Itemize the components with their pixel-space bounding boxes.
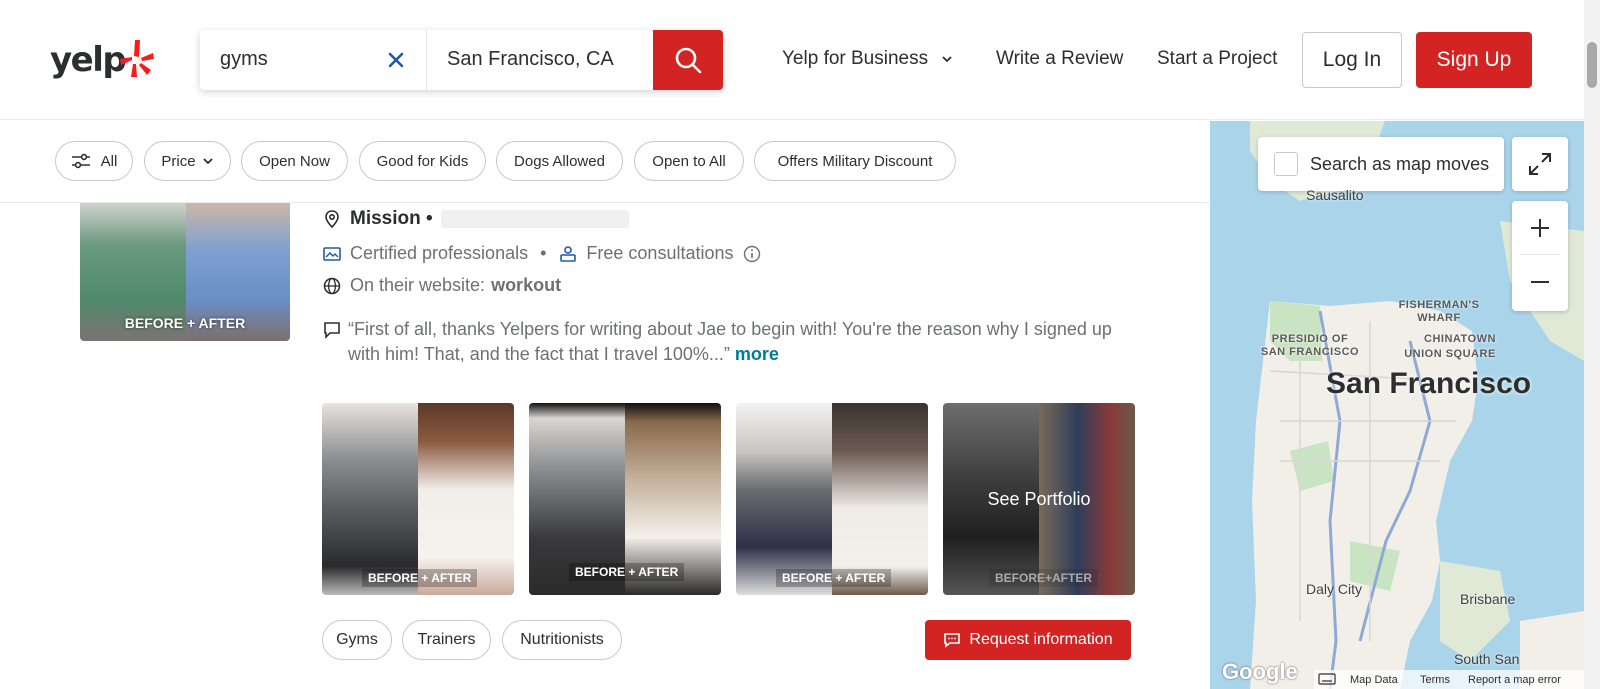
yelp-for-business-menu[interactable]: Yelp for Business — [782, 48, 953, 70]
page-scrollbar[interactable] — [1584, 0, 1600, 689]
filter-open-now-button[interactable]: Open Now — [241, 141, 348, 181]
map-label-daly-city: Daly City — [1306, 581, 1363, 597]
photo-label: BEFORE + AFTER — [362, 569, 478, 587]
write-review-link[interactable]: Write a Review — [996, 48, 1123, 70]
photo-label: BEFORE + AFTER — [569, 563, 685, 581]
certificate-icon — [323, 246, 341, 261]
search-icon — [675, 47, 702, 74]
thumbnail-label: BEFORE + AFTER — [124, 315, 246, 331]
filter-bar: All Price Open Now Good for Kids Dogs Al… — [0, 121, 1210, 203]
minus-icon — [1531, 281, 1549, 283]
consultation-label: Free consultations — [586, 243, 734, 263]
header: yelp gyms San Francisco, CA Yelp for Bus… — [0, 0, 1584, 120]
filter-price-button[interactable]: Price — [144, 141, 231, 181]
start-project-link[interactable]: Start a Project — [1157, 48, 1277, 70]
map-label-union-square: UNION SQUARE — [1404, 348, 1496, 360]
filter-price-label: Price — [161, 152, 196, 170]
results-map[interactable]: Search as map moves Sausalito FISHERMAN'… — [1210, 121, 1584, 689]
map-label-chinatown: CHINATOWN — [1424, 333, 1496, 345]
clear-search-icon[interactable] — [388, 52, 404, 68]
filter-open-to-all-button[interactable]: Open to All — [634, 141, 744, 181]
sliders-icon — [71, 153, 90, 169]
plus-icon — [1531, 218, 1549, 237]
yelp-logo[interactable]: yelp — [50, 38, 154, 82]
map-label-san-francisco: San Francisco — [1326, 367, 1532, 400]
message-icon — [944, 633, 961, 648]
website-keyword: workout — [491, 275, 562, 295]
near-input-value: San Francisco, CA — [447, 48, 614, 70]
map-label-fishermans-wharf: FISHERMAN'S WHARF — [1398, 299, 1480, 324]
filter-good-for-kids-button[interactable]: Good for Kids — [359, 141, 486, 181]
near-input[interactable]: San Francisco, CA — [426, 30, 652, 90]
fullscreen-button[interactable] — [1512, 137, 1568, 191]
business-thumbnail[interactable]: BEFORE + AFTER — [80, 203, 290, 341]
scrollbar-thumb[interactable] — [1587, 42, 1597, 88]
chevron-down-icon — [202, 158, 213, 165]
portfolio-photo[interactable]: BEFORE + AFTER — [322, 403, 514, 595]
map-data-link[interactable]: Map Data — [1350, 674, 1398, 686]
category-tag-nutritionists[interactable]: Nutritionists — [502, 620, 622, 660]
zoom-in-button[interactable] — [1520, 201, 1560, 255]
map-label-sausalito: Sausalito — [1306, 187, 1364, 203]
yelp-logo-text: yelp — [50, 40, 127, 80]
info-icon[interactable] — [743, 245, 761, 263]
map-label-south-san: South San — [1454, 651, 1520, 667]
search-bar: gyms San Francisco, CA — [200, 30, 723, 90]
website-prefix: On their website: — [350, 275, 486, 295]
category-tag-gyms[interactable]: Gyms — [322, 620, 392, 660]
search-as-map-moves-toggle[interactable]: Search as map moves — [1258, 137, 1504, 191]
see-portfolio-label: See Portfolio — [987, 489, 1091, 509]
website-row: On their website: workout — [322, 275, 561, 296]
map-label-presidio: PRESIDIO OF SAN FRANCISCO — [1260, 333, 1360, 358]
amenities-row: Certified professionals • Free consultat… — [322, 243, 761, 264]
separator-dot: • — [540, 243, 547, 263]
report-map-error-link[interactable]: Report a map error — [1468, 674, 1561, 686]
consultation-icon — [560, 245, 577, 262]
filter-all-label: All — [100, 152, 118, 170]
expand-icon — [1529, 153, 1551, 175]
filter-all-button[interactable]: All — [55, 141, 133, 181]
search-as-map-moves-label: Search as map moves — [1310, 153, 1490, 174]
search-as-map-moves-checkbox[interactable] — [1274, 152, 1298, 176]
portfolio-photo[interactable]: BEFORE + AFTER — [736, 403, 928, 595]
see-portfolio-tile[interactable]: BEFORE+AFTER See Portfolio — [943, 403, 1135, 595]
log-in-button[interactable]: Log In — [1302, 32, 1402, 88]
map-pin-icon — [325, 210, 339, 229]
portfolio-photo[interactable]: BEFORE + AFTER — [529, 403, 721, 595]
yelp-burst-icon — [120, 40, 154, 77]
read-more-link[interactable]: more — [735, 344, 779, 364]
certified-label: Certified professionals — [350, 243, 529, 263]
find-input-value: gyms — [220, 48, 268, 70]
map-footer: Map Data Terms Report a map error — [1210, 667, 1584, 689]
keyboard-icon[interactable] — [1318, 673, 1336, 685]
search-results: BEFORE + AFTER Mission • Certified profe… — [0, 203, 1210, 689]
photo-label: BEFORE+AFTER — [989, 569, 1099, 587]
speech-bubble-icon — [324, 322, 340, 339]
category-tag-trainers[interactable]: Trainers — [402, 620, 491, 660]
filter-dogs-allowed-button[interactable]: Dogs Allowed — [496, 141, 623, 181]
sign-up-button[interactable]: Sign Up — [1416, 32, 1532, 88]
globe-icon — [323, 277, 341, 294]
photo-label: BEFORE + AFTER — [776, 569, 892, 587]
request-information-label: Request information — [969, 631, 1113, 648]
loading-placeholder — [440, 210, 629, 228]
review-text: “First of all, thanks Yelpers for writin… — [348, 319, 1112, 364]
map-label-brisbane: Brisbane — [1460, 591, 1516, 607]
search-button[interactable] — [653, 30, 723, 90]
zoom-out-button[interactable] — [1512, 255, 1568, 309]
review-snippet: “First of all, thanks Yelpers for writin… — [348, 317, 1138, 367]
yelp-for-business-label: Yelp for Business — [782, 48, 929, 69]
chevron-down-icon — [942, 56, 953, 63]
map-terms-link[interactable]: Terms — [1420, 674, 1450, 686]
zoom-controls — [1512, 201, 1568, 311]
neighborhood: Mission • — [350, 208, 433, 229]
location-row: Mission • — [322, 208, 629, 230]
filter-military-discount-button[interactable]: Offers Military Discount — [754, 141, 956, 181]
request-information-button[interactable]: Request information — [925, 620, 1131, 660]
